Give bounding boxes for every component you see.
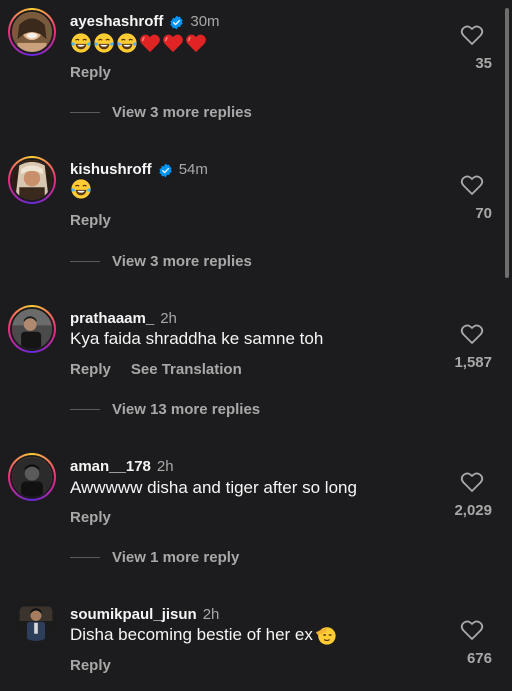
like-count: 1,587 xyxy=(454,354,492,371)
like-count: 676 xyxy=(466,650,492,667)
red-heart-emoji-icon xyxy=(140,34,160,53)
view-more-replies-button[interactable]: View 1 more reply xyxy=(70,549,239,566)
tears-of-joy-emoji-icon xyxy=(94,33,114,53)
heart-like-icon[interactable] xyxy=(460,174,484,196)
divider xyxy=(70,112,100,113)
view-more-replies-label: View 13 more replies xyxy=(112,401,261,418)
reply-button[interactable]: Reply xyxy=(70,64,111,81)
avatar[interactable] xyxy=(16,601,56,641)
tears-of-joy-emoji-icon xyxy=(117,33,137,53)
heart-like-icon[interactable] xyxy=(460,24,484,46)
view-more-replies-button[interactable]: View 3 more replies xyxy=(70,253,252,270)
comment-username[interactable]: kishushroff xyxy=(70,160,152,180)
view-more-replies-label: View 3 more replies xyxy=(112,104,252,121)
reply-button[interactable]: Reply xyxy=(70,509,111,526)
verified-badge-icon xyxy=(169,15,184,30)
comment-time: 2h xyxy=(202,606,220,623)
verified-badge-icon xyxy=(158,163,173,178)
scrollbar[interactable] xyxy=(505,8,509,278)
comment-time: 54m xyxy=(178,161,208,178)
divider xyxy=(70,409,100,410)
avatar[interactable] xyxy=(8,8,56,56)
comment-emojis xyxy=(70,32,207,54)
view-more-replies-button[interactable]: View 3 more replies xyxy=(70,104,252,121)
comment-text: Awwwww disha and tiger after so long xyxy=(70,478,357,497)
avatar[interactable] xyxy=(8,305,56,353)
divider xyxy=(70,557,100,558)
see-translation-button[interactable]: See Translation xyxy=(131,361,242,378)
comment-emojis xyxy=(70,178,92,200)
reply-button[interactable]: Reply xyxy=(70,212,111,229)
view-more-replies-button[interactable]: View 13 more replies xyxy=(70,401,260,418)
comments-feed: ayeshashroff 30m Reply 35 View 3 more re… xyxy=(0,0,512,691)
comment-time: 2h xyxy=(156,458,174,475)
red-heart-emoji-icon xyxy=(163,34,183,53)
reply-button[interactable]: Reply xyxy=(70,361,111,378)
comment-text: Kya faida shraddha ke samne toh xyxy=(70,329,324,348)
comment-username[interactable]: aman__178 xyxy=(70,457,151,477)
heart-like-icon[interactable] xyxy=(460,471,484,493)
avatar[interactable] xyxy=(8,156,56,204)
comment-username[interactable]: soumikpaul_jisun xyxy=(70,605,197,625)
view-more-replies-label: View 1 more reply xyxy=(112,549,240,566)
heart-like-icon[interactable] xyxy=(460,323,484,345)
avatar[interactable] xyxy=(8,453,56,501)
comment-text: Disha becoming bestie of her ex xyxy=(70,625,313,644)
like-count: 35 xyxy=(475,55,492,72)
saluting-face-emoji-icon xyxy=(315,627,336,645)
divider xyxy=(70,261,100,262)
comment-username[interactable]: ayeshashroff xyxy=(70,12,163,32)
comment-time: 2h xyxy=(160,310,177,327)
tears-of-joy-emoji-icon xyxy=(71,179,91,199)
heart-like-icon[interactable] xyxy=(460,619,484,641)
view-more-replies-label: View 3 more replies xyxy=(112,253,252,270)
like-count: 2,029 xyxy=(454,502,492,519)
comment-time: 30m xyxy=(190,13,220,30)
red-heart-emoji-icon xyxy=(186,34,206,53)
comment-username[interactable]: prathaaam_ xyxy=(70,309,154,329)
reply-button[interactable]: Reply xyxy=(70,657,111,674)
tears-of-joy-emoji-icon xyxy=(71,33,91,53)
like-count: 70 xyxy=(475,205,492,222)
